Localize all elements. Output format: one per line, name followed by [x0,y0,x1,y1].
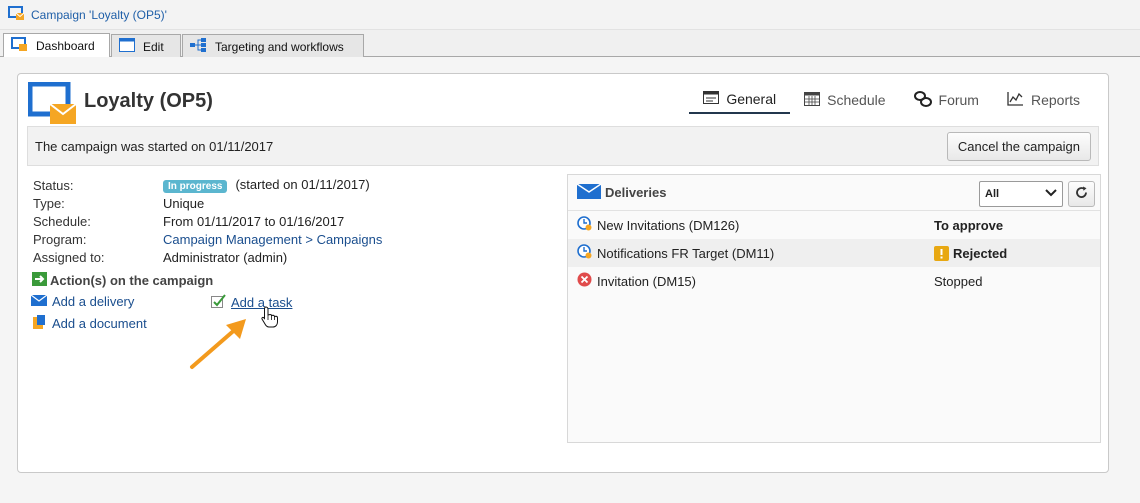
delivery-name: New Invitations (DM126) [597,217,740,233]
add-delivery-link[interactable]: Add a delivery [30,294,135,309]
status-badge: In progress [163,180,228,193]
actions-heading: Action(s) on the campaign [32,272,213,289]
assigned-value: Administrator (admin) [163,249,288,265]
delivery-pending-icon [577,216,592,234]
deliveries-title: Deliveries [605,185,667,200]
forum-icon [913,90,932,110]
add-delivery-label: Add a delivery [52,294,135,309]
window-titlebar: Campaign 'Loyalty (OP5)' [0,0,1140,30]
view-tabs: General Schedule Forum Reports [689,86,1094,114]
deliveries-filter-select[interactable]: All [979,181,1063,207]
campaign-started-message: The campaign was started on 01/11/2017 [35,138,274,154]
tab-schedule[interactable]: Schedule [790,86,899,114]
tab-forum-label: Forum [938,92,979,108]
tab-general[interactable]: General [689,86,791,114]
window-title: Campaign 'Loyalty (OP5)' [31,7,167,22]
calendar-icon [804,91,821,109]
arrow-right-icon [32,272,47,289]
delivery-pending-icon [577,244,592,262]
schedule-value: From 01/11/2017 to 01/16/2017 [163,213,345,229]
tab-reports-label: Reports [1030,92,1080,108]
delivery-status: Stopped [934,273,983,289]
tab-bar: Dashboard Edit Targeting and workflows [0,30,1140,58]
warning-icon [934,245,949,261]
info-row-status: Status: In progress (started on 01/11/201… [33,176,382,194]
delivery-row[interactable]: New Invitations (DM126) To approve [568,211,1100,239]
program-link[interactable]: Campaign Management > Campaigns [163,232,382,247]
tab-edit[interactable]: Edit [111,34,181,58]
add-document-label: Add a document [52,316,147,331]
info-row-program: Program: Campaign Management > Campaigns [33,230,382,248]
info-row-type: Type: Unique [33,194,382,212]
campaign-info: Status: In progress (started on 01/11/201… [33,176,382,266]
deliveries-envelope-icon [576,182,602,202]
delivery-status-cell: Rejected [934,245,1008,261]
chevron-down-icon [1045,188,1057,200]
document-icon [31,314,47,333]
type-value: Unique [163,195,205,211]
campaign-status-bar: The campaign was started on 01/11/2017 C… [27,126,1099,166]
reports-icon [1007,91,1024,109]
tab-schedule-label: Schedule [827,92,886,108]
hand-cursor-icon [261,306,278,328]
refresh-icon [1075,186,1088,202]
tab-targeting-workflows[interactable]: Targeting and workflows [182,34,364,58]
envelope-icon [30,294,48,309]
cancel-campaign-button[interactable]: Cancel the campaign [946,132,1091,161]
delivery-name: Notifications FR Target (DM11) [597,245,775,261]
delivery-row[interactable]: Notifications FR Target (DM11) Rejected [568,239,1100,267]
info-row-schedule: Schedule: From 01/11/2017 to 01/16/2017 [33,212,382,230]
tab-general-label: General [726,91,777,107]
type-label: Type: [33,195,65,211]
info-row-assigned: Assigned to: Administrator (admin) [33,248,382,266]
delivery-status: To approve [934,217,1004,233]
stopped-icon [577,272,592,290]
tab-reports[interactable]: Reports [993,86,1094,114]
tab-forum[interactable]: Forum [900,86,993,114]
assigned-label: Assigned to: [33,249,105,265]
general-icon [703,91,720,107]
refresh-button[interactable] [1068,181,1095,207]
tab-label: Targeting and workflows [215,39,344,54]
campaign-dashboard-panel: Loyalty (OP5) General Schedule Forum Rep… [17,73,1109,473]
delivery-status: Rejected [953,245,1008,261]
dashboard-icon [11,36,28,55]
program-label: Program: [33,231,87,247]
delivery-name: Invitation (DM15) [597,273,696,289]
annotation-arrow [190,319,246,369]
status-label: Status: [33,177,74,193]
status-detail: (started on 01/11/2017) [235,177,370,192]
deliveries-header: Deliveries All [568,175,1100,211]
campaign-title: Loyalty (OP5) [84,90,213,112]
edit-window-icon [119,38,135,55]
delivery-row[interactable]: Invitation (DM15) Stopped [568,267,1100,295]
campaign-window-icon [8,5,25,24]
workflow-icon [190,38,207,55]
tab-label: Dashboard [36,38,95,53]
tab-dashboard[interactable]: Dashboard [3,33,110,57]
actions-title: Action(s) on the campaign [50,273,214,288]
filter-value: All [985,188,1000,200]
add-document-link[interactable]: Add a document [31,314,147,333]
dashboard-area: Loyalty (OP5) General Schedule Forum Rep… [0,57,1140,503]
campaign-icon [27,81,78,129]
tab-label: Edit [143,39,164,54]
deliveries-panel: Deliveries All New Invitations (DM126) T… [567,174,1101,443]
schedule-label: Schedule: [33,213,91,229]
